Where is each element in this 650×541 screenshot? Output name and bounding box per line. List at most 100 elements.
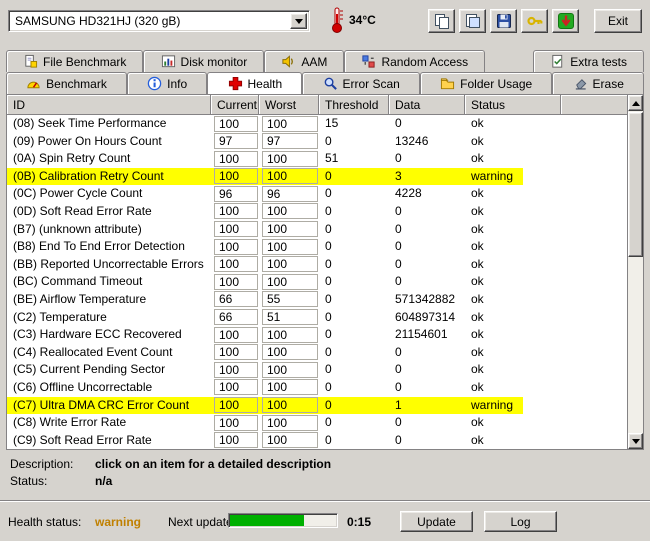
random-access-icon (361, 54, 376, 69)
cell-data: 4228 (395, 186, 422, 201)
cell-data: 0 (395, 379, 402, 394)
temperature-value: 34°C (349, 13, 376, 27)
tab-benchmark[interactable]: Benchmark (6, 72, 128, 94)
scroll-down-icon[interactable] (628, 433, 643, 449)
cell-id: (BB) Reported Uncorrectable Errors (13, 256, 204, 271)
column-header-status[interactable]: Status (465, 95, 561, 114)
table-row[interactable]: (C2) Temperature 66 51 0 604897314 ok (7, 308, 628, 327)
cell-data: 571342882 (395, 291, 456, 306)
tab-row-2: Benchmark Info Health Error Scan Folder Usag… (6, 72, 645, 94)
update-check-button[interactable] (552, 9, 579, 33)
cell-data: 3 (395, 168, 402, 183)
cell-current: 100 (214, 203, 258, 220)
cell-worst: 100 (262, 273, 318, 290)
table-row[interactable]: (BC) Command Timeout 100 100 0 0 ok (7, 273, 628, 291)
exit-button[interactable]: Exit (594, 9, 642, 33)
vertical-scrollbar[interactable] (627, 95, 643, 449)
scrollbar-thumb[interactable] (628, 112, 643, 257)
table-row[interactable]: (0D) Soft Read Error Rate 100 100 0 0 ok (7, 202, 628, 221)
table-row[interactable]: (C7) Ultra DMA CRC Error Count 100 100 0 1 wa… (7, 396, 628, 415)
cell-current: 100 (214, 344, 258, 361)
table-row[interactable]: (0A) Spin Retry Count 100 100 51 0 ok (7, 150, 628, 168)
tab-disk-monitor[interactable]: Disk monitor (143, 50, 265, 72)
table-row[interactable]: (C9) Soft Read Error Rate 100 100 0 0 ok (7, 431, 628, 449)
drive-select-value: SAMSUNG HD321HJ (320 gB) (15, 14, 181, 28)
cell-worst: 97 (262, 133, 318, 150)
update-button[interactable]: Update (400, 511, 473, 532)
cell-threshold: 0 (325, 291, 332, 306)
chevron-down-icon[interactable] (290, 13, 307, 29)
tab-file-benchmark[interactable]: File Benchmark (6, 50, 144, 72)
save-button[interactable] (490, 9, 517, 33)
cell-data: 13246 (395, 133, 429, 148)
table-row[interactable]: (BB) Reported Uncorrectable Errors 100 100… (7, 255, 628, 274)
cell-current: 100 (214, 221, 258, 238)
tab-erase[interactable]: Erase (552, 72, 645, 94)
cell-status: ok (471, 239, 484, 254)
cell-current: 100 (214, 238, 258, 255)
table-row[interactable]: (0C) Power Cycle Count 96 96 0 4228 ok (7, 185, 628, 203)
cell-worst: 100 (262, 414, 318, 431)
copy-button[interactable] (428, 9, 455, 33)
cell-threshold: 0 (325, 379, 332, 394)
cell-id: (C9) Soft Read Error Rate (13, 432, 152, 447)
copy-image-button[interactable] (459, 9, 486, 33)
tab-extra-tests[interactable]: Extra tests (533, 50, 645, 72)
column-header-data[interactable]: Data (389, 95, 465, 114)
column-header-worst[interactable]: Worst (259, 95, 319, 114)
cell-status: ok (471, 151, 484, 166)
cell-worst: 100 (262, 150, 318, 167)
cell-status: ok (471, 133, 484, 148)
column-header-current[interactable]: Current (211, 95, 259, 114)
next-update-label: Next update: (168, 515, 237, 529)
tab-random-access[interactable]: Random Access (344, 50, 486, 72)
status-label: Status: (10, 474, 48, 488)
extra-tests-icon (550, 54, 565, 69)
cell-id: (C3) Hardware ECC Recovered (13, 327, 182, 342)
cell-status: ok (471, 274, 484, 289)
table-row[interactable]: (C5) Current Pending Sector 100 100 0 0 ok (7, 361, 628, 379)
cell-worst: 100 (262, 238, 318, 255)
tab-aam[interactable]: AAM (264, 50, 345, 72)
column-header-id[interactable]: ID (7, 95, 211, 114)
cell-data: 0 (395, 116, 402, 130)
table-row[interactable]: (08) Seek Time Performance 100 100 15 0 ok (7, 115, 628, 133)
drive-select[interactable]: SAMSUNG HD321HJ (320 gB) (8, 10, 310, 32)
cell-threshold: 0 (325, 168, 332, 183)
cell-id: (C4) Reallocated Event Count (13, 344, 173, 359)
table-row[interactable]: (0B) Calibration Retry Count 100 100 0 3 warn… (7, 167, 628, 186)
health-status-value: warning (95, 515, 142, 529)
description-label: Description: (10, 457, 74, 471)
tab-info[interactable]: Info (127, 72, 208, 94)
cell-status: ok (471, 362, 484, 377)
cell-data: 0 (395, 221, 402, 236)
table-row[interactable]: (C8) Write Error Rate 100 100 0 0 ok (7, 414, 628, 432)
tab-error-scan[interactable]: Error Scan (302, 72, 421, 94)
cell-id: (C6) Offline Uncorrectable (13, 379, 153, 394)
options-button[interactable] (521, 9, 548, 33)
column-header-threshold[interactable]: Threshold (319, 95, 389, 114)
table-row[interactable]: (B7) (unknown attribute) 100 100 0 0 ok (7, 220, 628, 239)
cell-threshold: 0 (325, 415, 332, 430)
table-row[interactable]: (BE) Airflow Temperature 66 55 0 571342882 ok (7, 290, 628, 309)
toolbar-buttons (428, 9, 579, 33)
table-row[interactable]: (B8) End To End Error Detection 100 100 0 0 o… (7, 238, 628, 256)
cell-threshold: 0 (325, 133, 332, 148)
cell-id: (B7) (unknown attribute) (13, 221, 142, 236)
cell-status: ok (471, 203, 484, 218)
table-row[interactable]: (C3) Hardware ECC Recovered 100 100 0 211546… (7, 326, 628, 344)
scroll-up-icon[interactable] (628, 95, 643, 111)
cell-worst: 100 (262, 221, 318, 238)
tab-label: Extra tests (570, 54, 627, 69)
tab-health[interactable]: Health (207, 72, 303, 94)
cell-id: (0C) Power Cycle Count (13, 186, 143, 201)
erase-icon (573, 76, 588, 91)
table-row[interactable]: (C4) Reallocated Event Count 100 100 0 0 ok (7, 343, 628, 362)
tab-folder-usage[interactable]: Folder Usage (420, 72, 553, 94)
cell-worst: 100 (262, 432, 318, 449)
table-row[interactable]: (09) Power On Hours Count 97 97 0 13246 ok (7, 132, 628, 151)
table-row[interactable]: (C6) Offline Uncorrectable 100 100 0 0 ok (7, 378, 628, 397)
log-button[interactable]: Log (484, 511, 557, 532)
tab-label: Info (167, 76, 188, 91)
cell-worst: 100 (262, 115, 318, 132)
